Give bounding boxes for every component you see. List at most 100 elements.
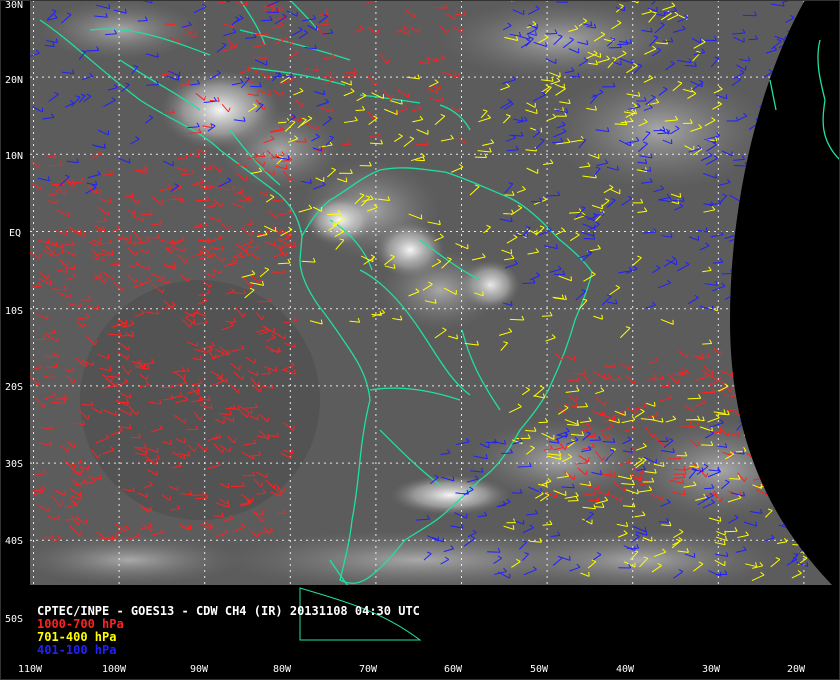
wind-barb-high bbox=[746, 280, 759, 288]
wind-barb-mid bbox=[768, 455, 782, 461]
wind-barb-high bbox=[753, 261, 765, 273]
wind-barb-low bbox=[781, 377, 795, 383]
wind-barb-high bbox=[763, 162, 775, 169]
wind-barb-low bbox=[827, 436, 832, 446]
wind-barb-high bbox=[794, 148, 805, 154]
wind-barb-low bbox=[779, 353, 790, 360]
wind-barb-high bbox=[750, 173, 763, 179]
wind-barb-mid bbox=[752, 432, 764, 438]
lon-label: 40W bbox=[616, 664, 635, 675]
wind-barb-high bbox=[735, 279, 747, 285]
wind-barb-high bbox=[780, 166, 795, 171]
lon-label: 50W bbox=[530, 664, 549, 675]
wind-barb-low bbox=[825, 379, 832, 382]
lon-label: 70W bbox=[359, 664, 378, 675]
wind-barb-mid bbox=[748, 420, 762, 427]
wind-barb-low bbox=[750, 345, 762, 354]
legend-high-layer: 401-100 hPa bbox=[37, 643, 116, 657]
lat-label: 20N bbox=[5, 75, 23, 86]
lat-label: 20S bbox=[5, 382, 23, 393]
wind-barb-high bbox=[789, 33, 802, 40]
wind-barb-low bbox=[791, 355, 805, 362]
wind-barb-high bbox=[791, 42, 803, 49]
wind-barb-low bbox=[797, 438, 810, 445]
wind-barb-high bbox=[774, 258, 783, 268]
caption-title: CPTEC/INPE - GOES13 - CDW CH4 (IR) 20131… bbox=[37, 604, 420, 618]
wind-barb-low bbox=[752, 427, 766, 433]
lat-label: 10S bbox=[5, 306, 23, 317]
wind-barb-high bbox=[773, 297, 784, 307]
lon-label: 100W bbox=[102, 664, 127, 675]
lon-label: 80W bbox=[273, 664, 292, 675]
lat-label: 30S bbox=[5, 459, 23, 470]
wind-barb-high bbox=[777, 302, 791, 310]
wind-barb-low bbox=[816, 438, 828, 445]
wind-barb-low bbox=[826, 351, 832, 359]
wind-barb-low bbox=[769, 491, 781, 499]
wind-barb-high bbox=[795, 246, 808, 253]
wind-barb-high bbox=[776, 287, 786, 293]
wind-barb-low bbox=[796, 375, 808, 384]
wind-barb-high bbox=[781, 238, 793, 248]
lon-label: 60W bbox=[444, 664, 463, 675]
wind-barb-high bbox=[755, 118, 769, 124]
wind-barb-mid bbox=[743, 434, 756, 439]
wind-barb-high bbox=[793, 199, 805, 208]
lon-label: 90W bbox=[190, 664, 209, 675]
wind-barb-low bbox=[821, 398, 832, 406]
wind-barb-low bbox=[769, 392, 783, 398]
wind-barb-low bbox=[752, 382, 766, 390]
wind-barb-high bbox=[798, 269, 809, 276]
wind-barb-low bbox=[769, 367, 780, 375]
wind-barb-mid bbox=[775, 459, 786, 468]
lon-label: 110W bbox=[18, 664, 43, 675]
wind-barb-high bbox=[768, 163, 780, 168]
wind-barb-mid bbox=[784, 510, 798, 519]
wind-barb-mid bbox=[790, 476, 803, 483]
wind-barb-mid bbox=[765, 438, 775, 444]
wind-barb-high bbox=[748, 185, 758, 193]
wind-barb-low bbox=[822, 356, 832, 366]
lon-label: 30W bbox=[702, 664, 721, 675]
latitude-labels: 30N 20N 10N EQ 10S 20S 30S 40S 50S bbox=[5, 0, 23, 625]
legend-low-layer: 1000-700 hPa bbox=[37, 617, 124, 631]
wind-barb-low bbox=[792, 354, 803, 360]
wind-barb-high bbox=[760, 295, 774, 303]
wind-barb-low bbox=[825, 381, 832, 385]
wind-barb-low bbox=[787, 471, 801, 479]
wind-barb-high bbox=[755, 166, 770, 174]
wind-barb-high bbox=[793, 57, 803, 69]
wind-barb-low bbox=[757, 472, 771, 479]
wind-barb-high bbox=[778, 434, 788, 441]
wind-barb-low bbox=[764, 456, 775, 464]
wind-barb-high bbox=[756, 225, 768, 231]
wind-barb-low bbox=[738, 388, 751, 394]
wind-barb-high bbox=[743, 207, 756, 218]
wind-barb-low bbox=[826, 441, 832, 447]
wind-barb-high bbox=[779, 168, 790, 175]
wind-barb-high bbox=[791, 140, 802, 151]
wind-barb-high bbox=[767, 457, 780, 464]
wind-barb-low bbox=[813, 433, 824, 439]
wind-barb-low bbox=[748, 423, 764, 429]
wind-barb-low bbox=[807, 404, 819, 410]
lat-label: 50S bbox=[5, 614, 23, 625]
wind-barb-mid bbox=[762, 406, 773, 418]
wind-barb-high bbox=[786, 490, 799, 496]
lat-label: 10N bbox=[5, 151, 23, 162]
wind-barb-mid bbox=[771, 484, 779, 494]
wind-barb-low bbox=[817, 419, 828, 431]
wind-barb-low bbox=[825, 395, 832, 402]
lat-label: EQ bbox=[9, 228, 21, 239]
wind-barb-low bbox=[820, 406, 832, 415]
wind-barb-high bbox=[749, 192, 760, 205]
wind-barb-low bbox=[777, 388, 788, 396]
wind-barb-low bbox=[807, 401, 818, 409]
wind-barb-low bbox=[764, 465, 775, 472]
wind-barb-high bbox=[782, 486, 795, 492]
satellite-wind-map: 30N 20N 10N EQ 10S 20S 30S 40S 50S 110W … bbox=[0, 0, 840, 680]
wind-barb-low bbox=[786, 383, 797, 392]
wind-barb-high bbox=[768, 131, 781, 137]
wind-barb-high bbox=[783, 215, 797, 224]
wind-barb-low bbox=[800, 425, 811, 434]
